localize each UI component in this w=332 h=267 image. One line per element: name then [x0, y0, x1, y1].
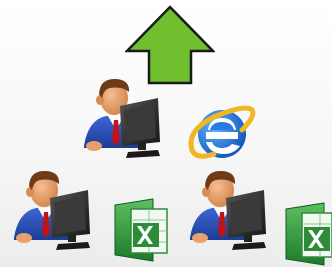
- user-computer-icon: [80, 76, 166, 164]
- excel-icon: [113, 197, 171, 263]
- up-arrow-icon: [125, 5, 215, 85]
- internet-explorer-icon: [186, 100, 258, 166]
- user-computer-icon: [10, 168, 96, 256]
- user-computer-icon: [186, 168, 272, 256]
- excel-icon: [284, 201, 332, 267]
